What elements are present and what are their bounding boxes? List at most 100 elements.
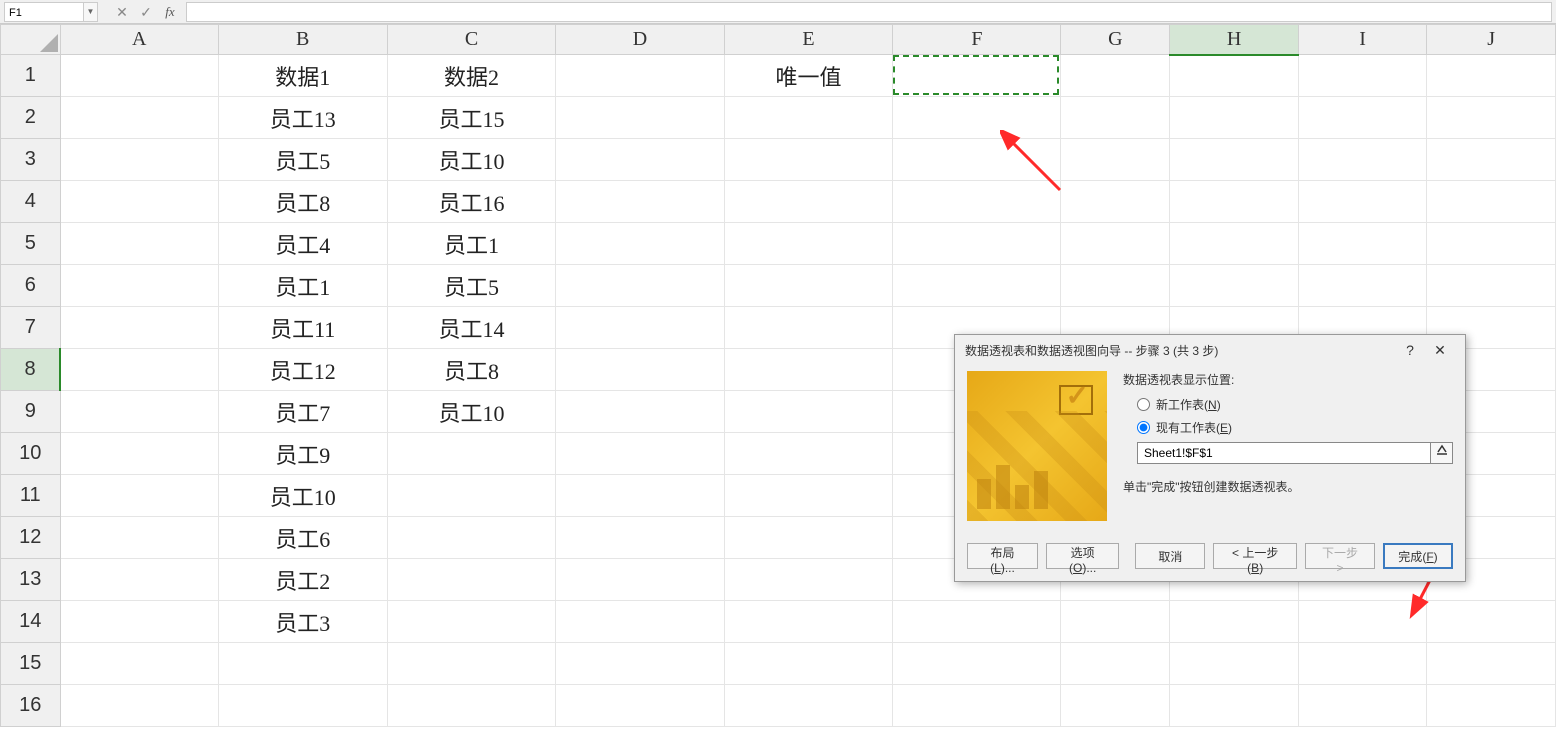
close-icon[interactable]: ✕ bbox=[1425, 342, 1455, 359]
column-header[interactable]: F bbox=[893, 25, 1061, 55]
cell[interactable] bbox=[893, 97, 1061, 139]
cell[interactable] bbox=[1170, 55, 1299, 97]
location-input[interactable] bbox=[1137, 442, 1431, 464]
name-box-dropdown[interactable]: ▼ bbox=[84, 2, 98, 22]
cell[interactable] bbox=[218, 643, 387, 685]
cell[interactable] bbox=[1298, 139, 1427, 181]
cell[interactable] bbox=[1427, 685, 1556, 727]
cell[interactable] bbox=[1061, 97, 1170, 139]
row-header[interactable]: 2 bbox=[1, 97, 61, 139]
cell[interactable]: 员工5 bbox=[218, 139, 387, 181]
cell[interactable] bbox=[1170, 97, 1299, 139]
cell[interactable] bbox=[556, 223, 724, 265]
cell[interactable] bbox=[60, 643, 218, 685]
row-header[interactable]: 15 bbox=[1, 643, 61, 685]
row-header[interactable]: 14 bbox=[1, 601, 61, 643]
column-header[interactable]: H bbox=[1170, 25, 1299, 55]
cell[interactable] bbox=[556, 559, 724, 601]
dialog-titlebar[interactable]: 数据透视表和数据透视图向导 -- 步骤 3 (共 3 步) ? ✕ bbox=[955, 335, 1465, 365]
row-header[interactable]: 10 bbox=[1, 433, 61, 475]
row-header[interactable]: 6 bbox=[1, 265, 61, 307]
cell[interactable]: 员工1 bbox=[218, 265, 387, 307]
cell[interactable] bbox=[1061, 265, 1170, 307]
cell[interactable] bbox=[60, 559, 218, 601]
cell[interactable] bbox=[724, 475, 893, 517]
radio-existing-input[interactable] bbox=[1137, 421, 1150, 434]
cell[interactable] bbox=[724, 97, 893, 139]
radio-new-input[interactable] bbox=[1137, 398, 1150, 411]
cell[interactable] bbox=[60, 391, 218, 433]
fx-icon[interactable]: fx bbox=[158, 2, 182, 22]
row-header[interactable]: 1 bbox=[1, 55, 61, 97]
cell[interactable]: 员工13 bbox=[218, 97, 387, 139]
cell[interactable] bbox=[893, 685, 1061, 727]
cell[interactable] bbox=[724, 559, 893, 601]
cell[interactable] bbox=[556, 97, 724, 139]
name-box[interactable]: F1 bbox=[4, 2, 84, 22]
cell[interactable] bbox=[724, 643, 893, 685]
cell[interactable]: 员工8 bbox=[218, 181, 387, 223]
cell[interactable] bbox=[893, 55, 1061, 97]
column-header[interactable]: D bbox=[556, 25, 724, 55]
row-header[interactable]: 13 bbox=[1, 559, 61, 601]
cell[interactable] bbox=[60, 685, 218, 727]
row-header[interactable]: 9 bbox=[1, 391, 61, 433]
cell[interactable] bbox=[1298, 643, 1427, 685]
range-collapse-icon[interactable] bbox=[1431, 442, 1453, 464]
cell[interactable] bbox=[60, 55, 218, 97]
cell[interactable]: 员工12 bbox=[218, 349, 387, 391]
cell[interactable] bbox=[556, 643, 724, 685]
cell[interactable]: 数据2 bbox=[387, 55, 556, 97]
row-header[interactable]: 7 bbox=[1, 307, 61, 349]
cell[interactable] bbox=[60, 265, 218, 307]
cell[interactable]: 员工8 bbox=[387, 349, 556, 391]
finish-button[interactable]: 完成(F) bbox=[1383, 543, 1453, 569]
cell[interactable] bbox=[60, 223, 218, 265]
cell[interactable] bbox=[60, 307, 218, 349]
cell[interactable]: 员工9 bbox=[218, 433, 387, 475]
cell[interactable] bbox=[724, 307, 893, 349]
cell[interactable]: 员工10 bbox=[387, 139, 556, 181]
cell[interactable] bbox=[556, 433, 724, 475]
row-header[interactable]: 3 bbox=[1, 139, 61, 181]
cell[interactable] bbox=[893, 139, 1061, 181]
cell[interactable] bbox=[1061, 223, 1170, 265]
cell[interactable] bbox=[1061, 55, 1170, 97]
cell[interactable]: 员工4 bbox=[218, 223, 387, 265]
cell[interactable] bbox=[1427, 181, 1556, 223]
cell[interactable] bbox=[724, 391, 893, 433]
cell[interactable] bbox=[387, 559, 556, 601]
cancel-formula-icon[interactable]: ✕ bbox=[110, 2, 134, 22]
cancel-button[interactable]: 取消 bbox=[1135, 543, 1205, 569]
cell[interactable] bbox=[556, 391, 724, 433]
column-header[interactable]: B bbox=[218, 25, 387, 55]
cell[interactable]: 员工5 bbox=[387, 265, 556, 307]
cell[interactable] bbox=[724, 223, 893, 265]
cell[interactable] bbox=[1061, 139, 1170, 181]
cell[interactable] bbox=[1427, 139, 1556, 181]
cell[interactable] bbox=[1170, 181, 1299, 223]
cell[interactable] bbox=[556, 307, 724, 349]
cell[interactable] bbox=[1427, 643, 1556, 685]
cell[interactable] bbox=[1427, 601, 1556, 643]
cell[interactable] bbox=[1427, 97, 1556, 139]
back-button[interactable]: < 上一步(B) bbox=[1213, 543, 1297, 569]
enter-formula-icon[interactable]: ✓ bbox=[134, 2, 158, 22]
cell[interactable] bbox=[387, 517, 556, 559]
row-header[interactable]: 8 bbox=[1, 349, 61, 391]
cell[interactable]: 员工10 bbox=[218, 475, 387, 517]
cell[interactable]: 员工6 bbox=[218, 517, 387, 559]
cell[interactable] bbox=[893, 601, 1061, 643]
cell[interactable]: 数据1 bbox=[218, 55, 387, 97]
cell[interactable] bbox=[724, 265, 893, 307]
cell[interactable] bbox=[387, 475, 556, 517]
cell[interactable]: 唯一值 bbox=[724, 55, 893, 97]
cell[interactable] bbox=[387, 643, 556, 685]
cell[interactable] bbox=[1298, 265, 1427, 307]
cell[interactable] bbox=[556, 601, 724, 643]
cell[interactable] bbox=[1298, 181, 1427, 223]
cell[interactable] bbox=[556, 685, 724, 727]
cell[interactable] bbox=[60, 349, 218, 391]
help-icon[interactable]: ? bbox=[1395, 342, 1425, 358]
cell[interactable]: 员工2 bbox=[218, 559, 387, 601]
